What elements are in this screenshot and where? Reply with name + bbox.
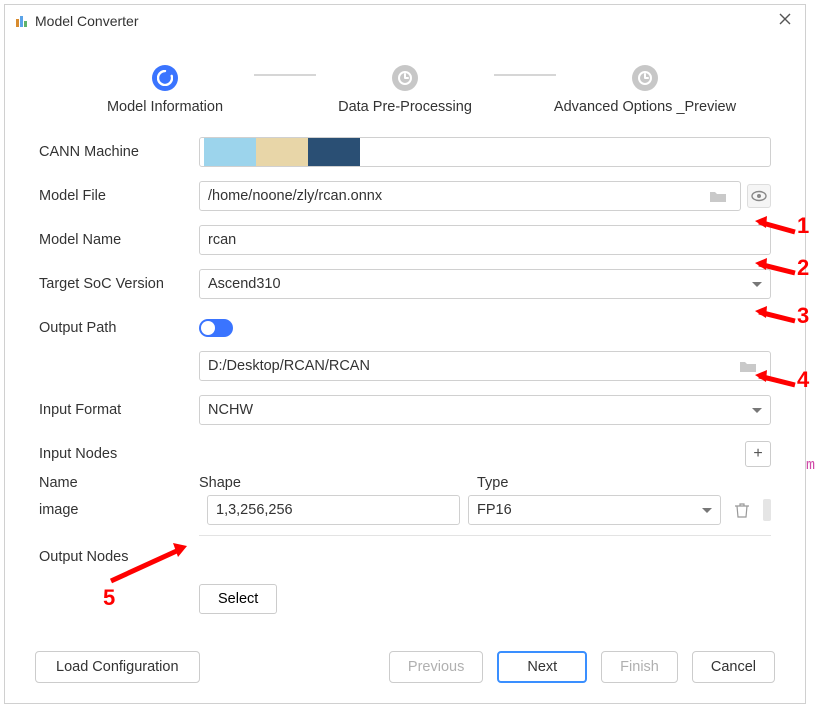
node-shape-value: 1,3,256,256 bbox=[216, 502, 293, 518]
titlebar-left: Model Converter bbox=[15, 13, 139, 29]
close-button[interactable] bbox=[775, 8, 795, 34]
chevron-down-icon bbox=[752, 282, 762, 287]
row-model-file: Model File /home/noone/zly/rcan.onnx bbox=[39, 181, 771, 211]
header-type: Type bbox=[477, 475, 771, 491]
step-indicator-active bbox=[152, 65, 178, 91]
target-soc-value: Ascend310 bbox=[208, 276, 281, 292]
step-indicator-inactive bbox=[632, 65, 658, 91]
model-file-input[interactable]: /home/noone/zly/rcan.onnx bbox=[199, 181, 741, 211]
output-path-toggle[interactable] bbox=[199, 319, 233, 337]
input-node-row: image 1,3,256,256 FP16 bbox=[39, 495, 771, 525]
add-node-button[interactable]: + bbox=[745, 441, 771, 467]
row-output-nodes: Output Nodes bbox=[39, 542, 771, 572]
model-name-input[interactable]: rcan bbox=[199, 225, 771, 255]
label-target-soc: Target SoC Version bbox=[39, 276, 199, 292]
row-model-name: Model Name rcan bbox=[39, 225, 771, 255]
window-title: Model Converter bbox=[35, 13, 139, 29]
header-name: Name bbox=[39, 475, 199, 491]
swatch-navy bbox=[308, 138, 360, 166]
row-input-format: Input Format NCHW bbox=[39, 395, 771, 425]
model-converter-window: Model Converter Model Information Data P… bbox=[4, 4, 806, 704]
form-area: CANN Machine Model File /home/noone/zly/… bbox=[5, 129, 805, 614]
folder-icon[interactable] bbox=[704, 182, 732, 210]
divider bbox=[199, 535, 771, 536]
input-format-value: NCHW bbox=[208, 402, 253, 418]
target-soc-select[interactable]: Ascend310 bbox=[199, 269, 771, 299]
step-data-preprocessing[interactable]: Data Pre-Processing bbox=[320, 65, 490, 115]
label-output-path: Output Path bbox=[39, 320, 199, 336]
row-input-nodes: Input Nodes + bbox=[39, 439, 771, 469]
input-nodes-header: Name Shape Type bbox=[39, 475, 771, 491]
step-connector bbox=[254, 74, 316, 76]
folder-icon[interactable] bbox=[734, 352, 762, 380]
label-output-nodes: Output Nodes bbox=[39, 549, 199, 565]
header-shape: Shape bbox=[199, 475, 477, 491]
output-path-value: D:/Desktop/RCAN/RCAN bbox=[208, 358, 370, 374]
footer: Load Configuration Previous Next Finish … bbox=[5, 635, 805, 703]
label-model-name: Model Name bbox=[39, 232, 199, 248]
drag-handle[interactable] bbox=[763, 499, 771, 521]
cancel-button[interactable]: Cancel bbox=[692, 651, 775, 683]
step-label: Data Pre-Processing bbox=[338, 99, 472, 115]
titlebar: Model Converter bbox=[5, 5, 805, 37]
node-shape-input[interactable]: 1,3,256,256 bbox=[207, 495, 460, 525]
label-cann-machine: CANN Machine bbox=[39, 144, 199, 160]
cann-machine-field[interactable] bbox=[199, 137, 771, 167]
chevron-down-icon bbox=[702, 508, 712, 513]
step-advanced-options[interactable]: Advanced Options _Preview bbox=[560, 65, 730, 115]
load-configuration-button[interactable]: Load Configuration bbox=[35, 651, 200, 683]
stepper: Model Information Data Pre-Processing Ad… bbox=[5, 37, 805, 129]
cann-swatches bbox=[204, 138, 360, 166]
row-output-path-value: D:/Desktop/RCAN/RCAN bbox=[39, 351, 771, 381]
node-type-value: FP16 bbox=[477, 502, 512, 518]
node-name: image bbox=[39, 502, 199, 518]
swatch-tan bbox=[256, 138, 308, 166]
previous-button[interactable]: Previous bbox=[389, 651, 483, 683]
label-input-nodes: Input Nodes bbox=[39, 446, 199, 462]
swatch-lightblue bbox=[204, 138, 256, 166]
step-indicator-inactive bbox=[392, 65, 418, 91]
chevron-down-icon bbox=[752, 408, 762, 413]
step-model-information[interactable]: Model Information bbox=[80, 65, 250, 115]
next-button[interactable]: Next bbox=[497, 651, 587, 683]
output-path-input[interactable]: D:/Desktop/RCAN/RCAN bbox=[199, 351, 771, 381]
label-model-file: Model File bbox=[39, 188, 199, 204]
step-connector bbox=[494, 74, 556, 76]
stray-m-char: m bbox=[806, 457, 815, 474]
preview-button[interactable] bbox=[747, 184, 771, 208]
row-cann-machine: CANN Machine bbox=[39, 137, 771, 167]
model-file-value: /home/noone/zly/rcan.onnx bbox=[208, 188, 382, 204]
select-output-nodes-button[interactable]: Select bbox=[199, 584, 277, 614]
input-format-select[interactable]: NCHW bbox=[199, 395, 771, 425]
step-label: Advanced Options _Preview bbox=[554, 99, 736, 115]
finish-button[interactable]: Finish bbox=[601, 651, 678, 683]
row-target-soc: Target SoC Version Ascend310 bbox=[39, 269, 771, 299]
row-select: Select bbox=[39, 584, 771, 614]
app-icon bbox=[15, 14, 29, 28]
node-type-select[interactable]: FP16 bbox=[468, 495, 721, 525]
plus-icon: + bbox=[753, 445, 762, 463]
step-label: Model Information bbox=[107, 99, 223, 115]
delete-node-button[interactable] bbox=[729, 497, 755, 523]
label-input-format: Input Format bbox=[39, 402, 199, 418]
row-output-path-toggle: Output Path bbox=[39, 313, 771, 343]
model-name-value: rcan bbox=[208, 232, 236, 248]
